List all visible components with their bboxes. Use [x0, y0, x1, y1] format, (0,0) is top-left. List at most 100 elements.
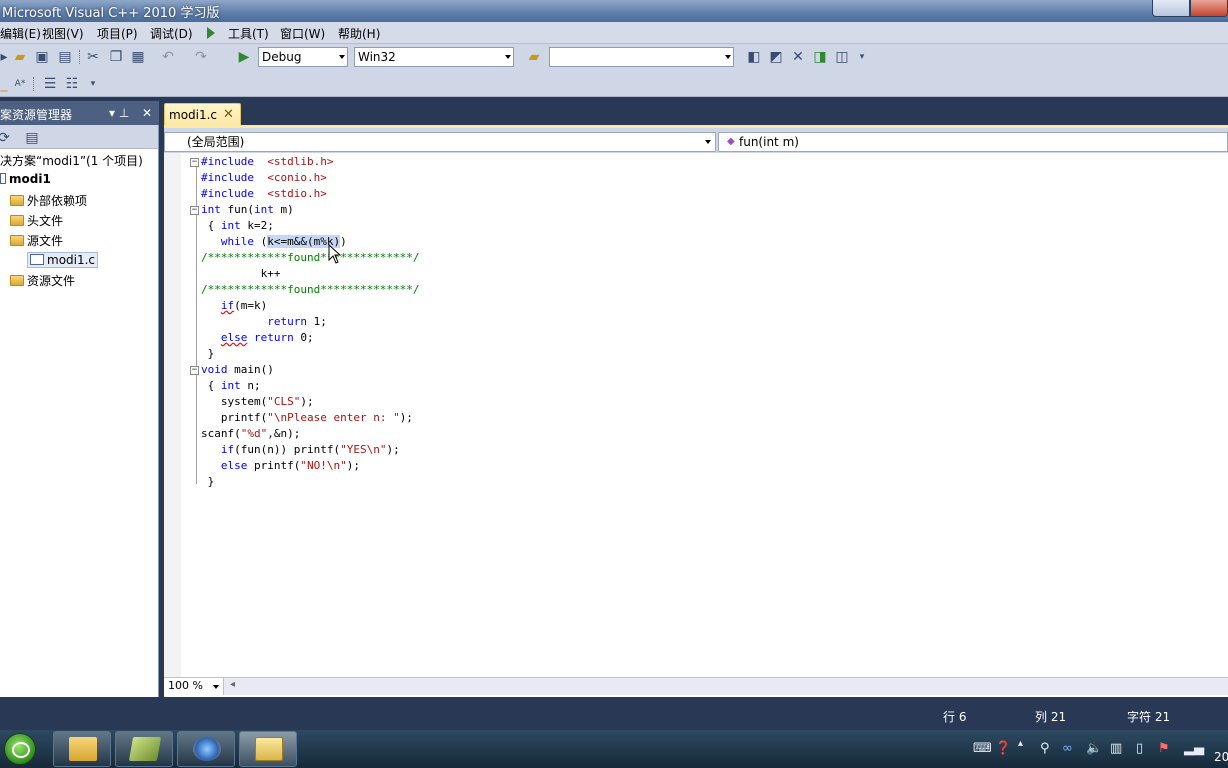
menu-edit[interactable]: 编辑(E) [0, 25, 41, 42]
taskbar-app-3[interactable] [177, 731, 235, 767]
scope-combo[interactable]: (全局范围) [164, 132, 716, 152]
outdent-icon[interactable]: ☷ [64, 76, 80, 92]
menu-window[interactable]: 窗口(W) [280, 25, 325, 42]
pencil-icon[interactable]: _ [0, 76, 12, 92]
pen-icon[interactable]: ⚲ [1040, 741, 1050, 756]
chevron-down-icon [213, 685, 219, 689]
scroll-left-icon[interactable]: ◂ [230, 679, 235, 690]
start-debugging-icon[interactable]: ▶ [236, 49, 252, 65]
menu-debug[interactable]: 调试(D) [150, 25, 193, 42]
tree-item-label: 资源文件 [27, 274, 76, 288]
taskbar-explorer[interactable] [53, 731, 111, 767]
code-token: #include [201, 187, 254, 200]
editor-zoom-bar: 100 % ◂ [164, 677, 1228, 695]
toolbar-options-icon[interactable]: ▾ [85, 76, 101, 92]
toolbar-options-icon[interactable]: ▾ [854, 49, 870, 65]
cut-icon[interactable]: ✂ [85, 49, 101, 65]
menu-view[interactable]: 视图(V) [42, 25, 84, 42]
code-token: main() [227, 363, 274, 376]
help-icon[interactable]: ❓ [995, 741, 1011, 756]
save-all-icon[interactable]: ▤ [57, 49, 73, 65]
code-token: else [220, 331, 248, 344]
menu-help[interactable]: 帮助(H) [338, 25, 380, 42]
keyboard-icon[interactable]: ⌨ [973, 741, 992, 756]
code-token: "NO!\n" [300, 459, 347, 472]
show-hidden-icons-icon[interactable]: ▴ [1018, 738, 1023, 749]
properties-icon[interactable]: ◩ [768, 49, 784, 65]
paste-icon[interactable]: ▦ [130, 49, 146, 65]
globe-icon [193, 737, 221, 761]
solution-explorer-icon[interactable]: ◧ [746, 49, 762, 65]
tree-item-source-files[interactable]: 源文件 [10, 232, 63, 249]
refresh-icon[interactable]: ⟳ [0, 130, 12, 146]
minimize-button[interactable] [1152, 0, 1190, 17]
code-token: ); [346, 459, 360, 472]
tree-item-project[interactable]: modi1 [0, 172, 51, 186]
code-token: printf( [247, 459, 301, 472]
new-icon[interactable]: ▸ [0, 49, 12, 65]
close-window-button[interactable] [1190, 0, 1228, 17]
taskbar-visual-cpp[interactable] [239, 731, 297, 767]
properties-icon[interactable]: ▤ [24, 130, 40, 146]
tab-modi1-c[interactable]: modi1.c ✕ [164, 103, 241, 125]
play-icon[interactable] [207, 27, 215, 39]
start-page-icon[interactable]: ◨ [812, 49, 828, 65]
status-bar: 行 6 列 21 字符 21 [0, 697, 1228, 730]
code-token: #include [201, 155, 254, 168]
save-icon[interactable]: ▣ [34, 49, 50, 65]
code-line: #include <stdlib.h> [201, 154, 333, 170]
visual-studio-icon [255, 737, 283, 761]
solution-platform-value: Win32 [358, 50, 396, 64]
font-icon[interactable]: A* [12, 76, 28, 92]
taskbar-app-2[interactable] [115, 731, 173, 767]
zoom-combo[interactable]: 100 % [164, 678, 224, 695]
tree-item-resource-files[interactable]: 资源文件 [10, 272, 75, 289]
solution-platform-combo[interactable]: Win32 [354, 47, 514, 67]
copy-icon[interactable]: ❐ [108, 49, 124, 65]
tree-item-external-deps[interactable]: 外部依赖项 [10, 192, 87, 209]
display-icon[interactable]: ▥ [1110, 741, 1122, 756]
solution-configuration-combo[interactable]: Debug [258, 47, 348, 67]
indent-icon[interactable]: ☰ [42, 76, 58, 92]
volume-icon[interactable]: 🔈 [1086, 741, 1102, 756]
collapse-icon[interactable] [190, 206, 199, 215]
status-line: 行 6 [943, 710, 967, 724]
editor-gutter [164, 153, 181, 677]
menu-project[interactable]: 项目(P) [97, 25, 138, 42]
action-center-icon[interactable]: ⚑ [1158, 741, 1170, 756]
collapse-icon[interactable] [190, 366, 199, 375]
window-title: Microsoft Visual C++ 2010 学习版 [2, 6, 220, 21]
c-file-icon [30, 254, 44, 265]
code-token: <stdio.h> [253, 187, 327, 200]
start-button[interactable] [4, 733, 36, 765]
close-icon[interactable]: ✕ [142, 106, 152, 120]
menu-tools[interactable]: 工具(T) [228, 25, 269, 42]
tree-item-header-files[interactable]: 头文件 [10, 212, 63, 229]
code-line: if(m=k) [201, 298, 267, 314]
find-in-files-icon[interactable]: ▰ [526, 49, 542, 65]
redo-icon[interactable]: ↷ [193, 49, 209, 65]
find-combo[interactable] [549, 47, 734, 67]
close-tab-icon[interactable]: ✕ [223, 107, 234, 122]
code-line: printf("\nPlease enter n: "); [201, 410, 413, 426]
network-icon[interactable]: ▂▄ [1184, 741, 1204, 756]
tree-item-solution[interactable]: 决方案“modi1”(1 个项目) [0, 152, 143, 169]
collapse-icon[interactable] [190, 158, 199, 167]
code-token: else [220, 459, 248, 472]
function-combo[interactable]: ◆ fun(int m) [718, 132, 1228, 152]
tree-item-modi1-c[interactable]: modi1.c [27, 252, 99, 268]
open-folder-icon[interactable]: ▰ [12, 49, 28, 65]
power-icon[interactable]: ▯ [1136, 741, 1143, 756]
undo-icon[interactable]: ↶ [160, 49, 176, 65]
toolbox-icon[interactable]: ✕ [790, 49, 806, 65]
code-editor[interactable]: #include <stdlib.h> #include <conio.h> #… [190, 154, 1220, 674]
project-icon [0, 173, 6, 184]
class-view-icon[interactable]: ◫ [834, 49, 850, 65]
link-icon[interactable]: ∞ [1062, 741, 1073, 756]
code-token: <conio.h> [253, 171, 327, 184]
pin-icon[interactable]: ▾ ⊥ [109, 106, 129, 120]
method-icon: ◆ [727, 136, 735, 147]
